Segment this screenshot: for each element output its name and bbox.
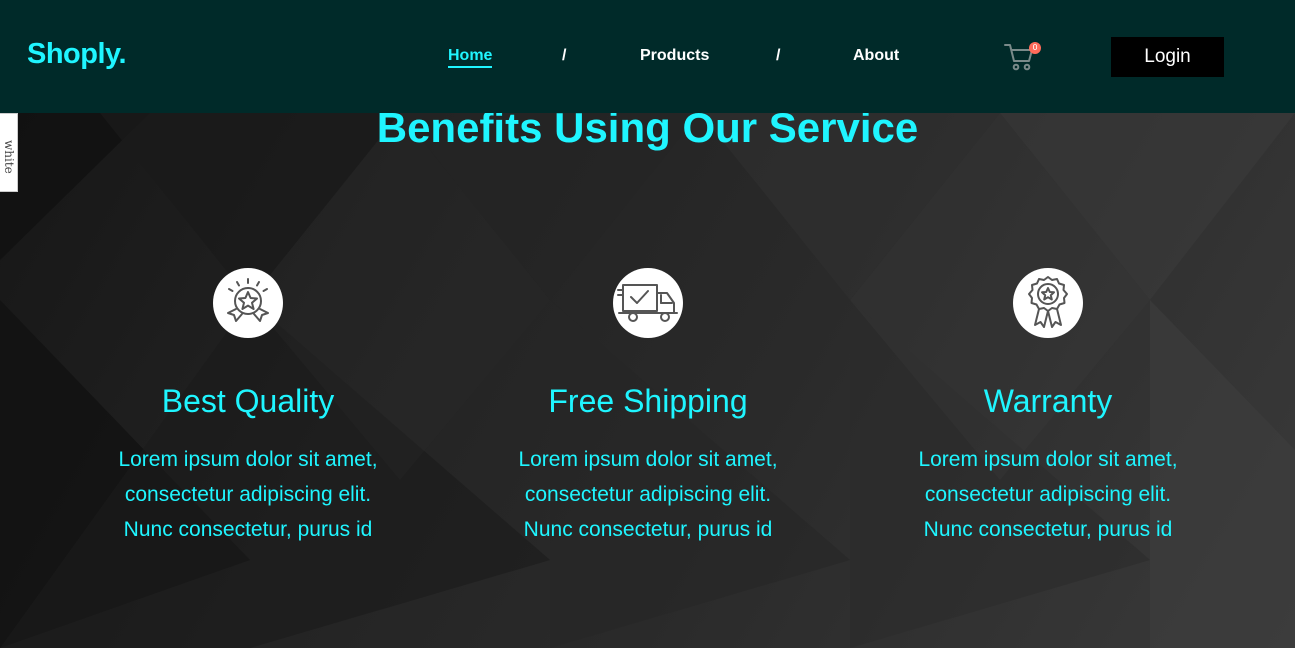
feature-title: Warranty bbox=[983, 383, 1113, 419]
quality-badge-icon bbox=[213, 268, 283, 338]
nav-separator: / bbox=[776, 47, 781, 64]
feature-title: Free Shipping bbox=[548, 383, 748, 419]
feature-warranty: Warranty Lorem ipsum dolor sit amet, con… bbox=[848, 268, 1248, 547]
nav-home[interactable]: Home bbox=[448, 47, 493, 68]
logo[interactable]: Shoply. bbox=[27, 38, 127, 71]
warranty-ribbon-icon bbox=[1013, 268, 1083, 338]
feature-text: Lorem ipsum dolor sit amet, consectetur … bbox=[918, 448, 1178, 541]
feature-text: Lorem ipsum dolor sit amet, consectetur … bbox=[518, 448, 778, 541]
cart-count-badge: 0 bbox=[1029, 42, 1041, 54]
feature-best-quality: Best Quality Lorem ipsum dolor sit amet,… bbox=[48, 268, 448, 547]
side-tab-label: white bbox=[2, 140, 16, 174]
site-header: Shoply. Home / Products / About 0 Login bbox=[0, 0, 1295, 113]
feature-title: Best Quality bbox=[161, 383, 335, 419]
side-tab[interactable]: white bbox=[0, 113, 18, 192]
login-button[interactable]: Login bbox=[1111, 37, 1224, 77]
feature-free-shipping: Free Shipping Lorem ipsum dolor sit amet… bbox=[448, 268, 848, 547]
feature-text: Lorem ipsum dolor sit amet, consectetur … bbox=[118, 448, 378, 541]
nav-about[interactable]: About bbox=[853, 47, 899, 65]
nav-separator: / bbox=[562, 47, 567, 64]
delivery-truck-icon bbox=[613, 268, 683, 338]
nav-products[interactable]: Products bbox=[640, 47, 709, 65]
